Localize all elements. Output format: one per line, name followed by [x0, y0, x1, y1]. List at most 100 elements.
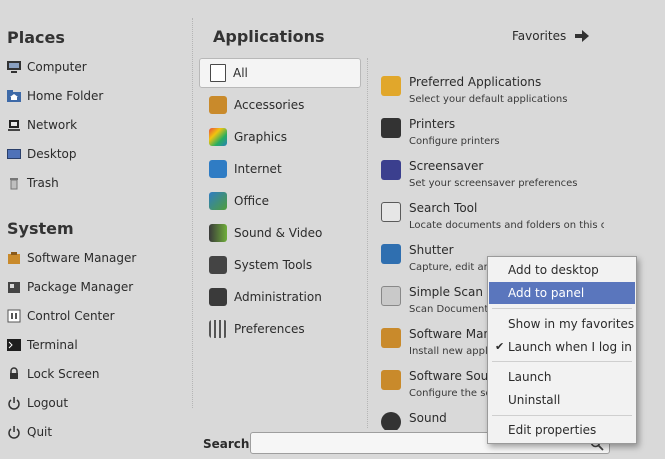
arrow-right-icon [574, 29, 590, 43]
place-desktop[interactable]: Desktop [6, 142, 77, 166]
internet-icon [209, 160, 227, 178]
system-tools-icon [209, 256, 227, 274]
place-computer[interactable]: Computer [6, 55, 87, 79]
system-package-manager[interactable]: Package Manager [6, 275, 133, 299]
place-label: Computer [27, 60, 87, 74]
menu-item-launch-when-log-in[interactable]: ✔ Launch when I log in [489, 336, 635, 358]
context-menu: Add to desktop Add to panel Show in my f… [487, 256, 637, 444]
administration-icon [209, 288, 227, 306]
trash-icon [6, 175, 22, 191]
category-internet[interactable]: Internet [199, 154, 361, 184]
sound-video-icon [209, 224, 227, 242]
applications-title: Applications [213, 27, 325, 46]
app-name: Sound [409, 411, 447, 425]
app-preferred-applications[interactable]: Preferred Applications Select your defau… [376, 63, 604, 105]
home-folder-icon [6, 88, 22, 104]
category-system-tools[interactable]: System Tools [199, 250, 361, 280]
menu-item-label: Add to desktop [508, 263, 599, 277]
menu-separator [492, 308, 632, 309]
place-home-folder[interactable]: Home Folder [6, 84, 103, 108]
app-description: Install new applic [409, 346, 497, 357]
menu-item-launch[interactable]: Launch [489, 366, 635, 388]
category-office[interactable]: Office [199, 186, 361, 216]
logout-icon [6, 395, 22, 411]
app-printers[interactable]: Printers Configure printers [376, 105, 604, 147]
category-administration[interactable]: Administration [199, 282, 361, 312]
category-all[interactable]: All [199, 58, 361, 88]
app-description: Set your screensaver preferences [409, 178, 578, 189]
menu-item-label: Edit properties [508, 423, 597, 437]
category-preferences[interactable]: Preferences [199, 314, 361, 344]
system-logout[interactable]: Logout [6, 391, 68, 415]
app-name: Software Sourc [409, 369, 500, 383]
preferences-icon [209, 320, 227, 338]
system-label: Package Manager [27, 280, 134, 294]
software-manager-icon [6, 250, 22, 266]
menu-item-label: Show in my favorites [508, 317, 635, 331]
system-label: Logout [27, 396, 69, 410]
system-label: Control Center [27, 309, 115, 323]
left-pane: Places Computer Home Folder Network Desk… [0, 18, 192, 459]
app-screensaver[interactable]: Screensaver Set your screensaver prefere… [376, 147, 604, 189]
menu-item-uninstall[interactable]: Uninstall [489, 389, 635, 411]
system-quit[interactable]: Quit [6, 420, 52, 444]
favorites-button[interactable]: Favorites [512, 29, 590, 43]
app-name: Shutter [409, 243, 454, 257]
app-name: Preferred Applications [409, 75, 542, 89]
category-sound-video[interactable]: Sound & Video [199, 218, 361, 248]
category-accessories[interactable]: Accessories [199, 90, 361, 120]
menu-separator [492, 415, 632, 416]
place-network[interactable]: Network [6, 113, 77, 137]
all-icon [210, 64, 226, 82]
system-software-manager[interactable]: Software Manager [6, 246, 136, 270]
system-terminal[interactable]: Terminal [6, 333, 78, 357]
category-label: All [233, 66, 248, 80]
app-name: Printers [409, 117, 456, 131]
system-label: Lock Screen [27, 367, 100, 381]
menu-item-show-in-favorites[interactable]: Show in my favorites [489, 313, 635, 335]
app-name: Simple Scan [409, 285, 483, 299]
place-label: Trash [27, 176, 59, 190]
app-description: Scan Documents [409, 304, 494, 315]
app-search-tool[interactable]: Search Tool Locate documents and folders… [376, 189, 604, 231]
menu-item-label: Add to panel [508, 286, 585, 300]
package-manager-icon [6, 279, 22, 295]
app-description: Select your default applications [409, 94, 568, 105]
app-description: Capture, edit and [409, 262, 497, 273]
menu-item-add-to-desktop[interactable]: Add to desktop [489, 259, 635, 281]
system-lock-screen[interactable]: Lock Screen [6, 362, 99, 386]
divider [192, 18, 193, 408]
category-label: Office [234, 194, 270, 208]
software-manager-icon [381, 328, 401, 348]
favorites-label: Favorites [512, 29, 567, 43]
speaker-icon [381, 412, 401, 430]
menu-item-add-to-panel[interactable]: Add to panel [489, 282, 635, 304]
screensaver-icon [381, 160, 401, 180]
menu-item-edit-properties[interactable]: Edit properties [489, 419, 635, 441]
category-label: Internet [234, 162, 282, 176]
system-label: Terminal [27, 338, 78, 352]
category-graphics[interactable]: Graphics [199, 122, 361, 152]
app-name: Search Tool [409, 201, 478, 215]
menu-separator [492, 361, 632, 362]
control-center-icon [6, 308, 22, 324]
lock-icon [6, 366, 22, 382]
app-name: Screensaver [409, 159, 484, 173]
place-trash[interactable]: Trash [6, 171, 59, 195]
category-label: Graphics [234, 130, 287, 144]
system-label: Software Manager [27, 251, 137, 265]
app-name: Software Mana [409, 327, 499, 341]
terminal-icon [6, 337, 22, 353]
printer-icon [381, 118, 401, 138]
category-label: Preferences [234, 322, 305, 336]
start-menu: Places Computer Home Folder Network Desk… [0, 0, 665, 459]
place-label: Desktop [27, 147, 77, 161]
place-label: Network [27, 118, 78, 132]
category-label: Sound & Video [234, 226, 323, 240]
menu-item-label: Uninstall [508, 393, 561, 407]
system-control-center[interactable]: Control Center [6, 304, 115, 328]
places-title: Places [7, 28, 65, 47]
scanner-icon [381, 286, 401, 306]
checkmark-icon: ✔ [495, 340, 505, 353]
app-description: Configure the sou [409, 388, 498, 399]
